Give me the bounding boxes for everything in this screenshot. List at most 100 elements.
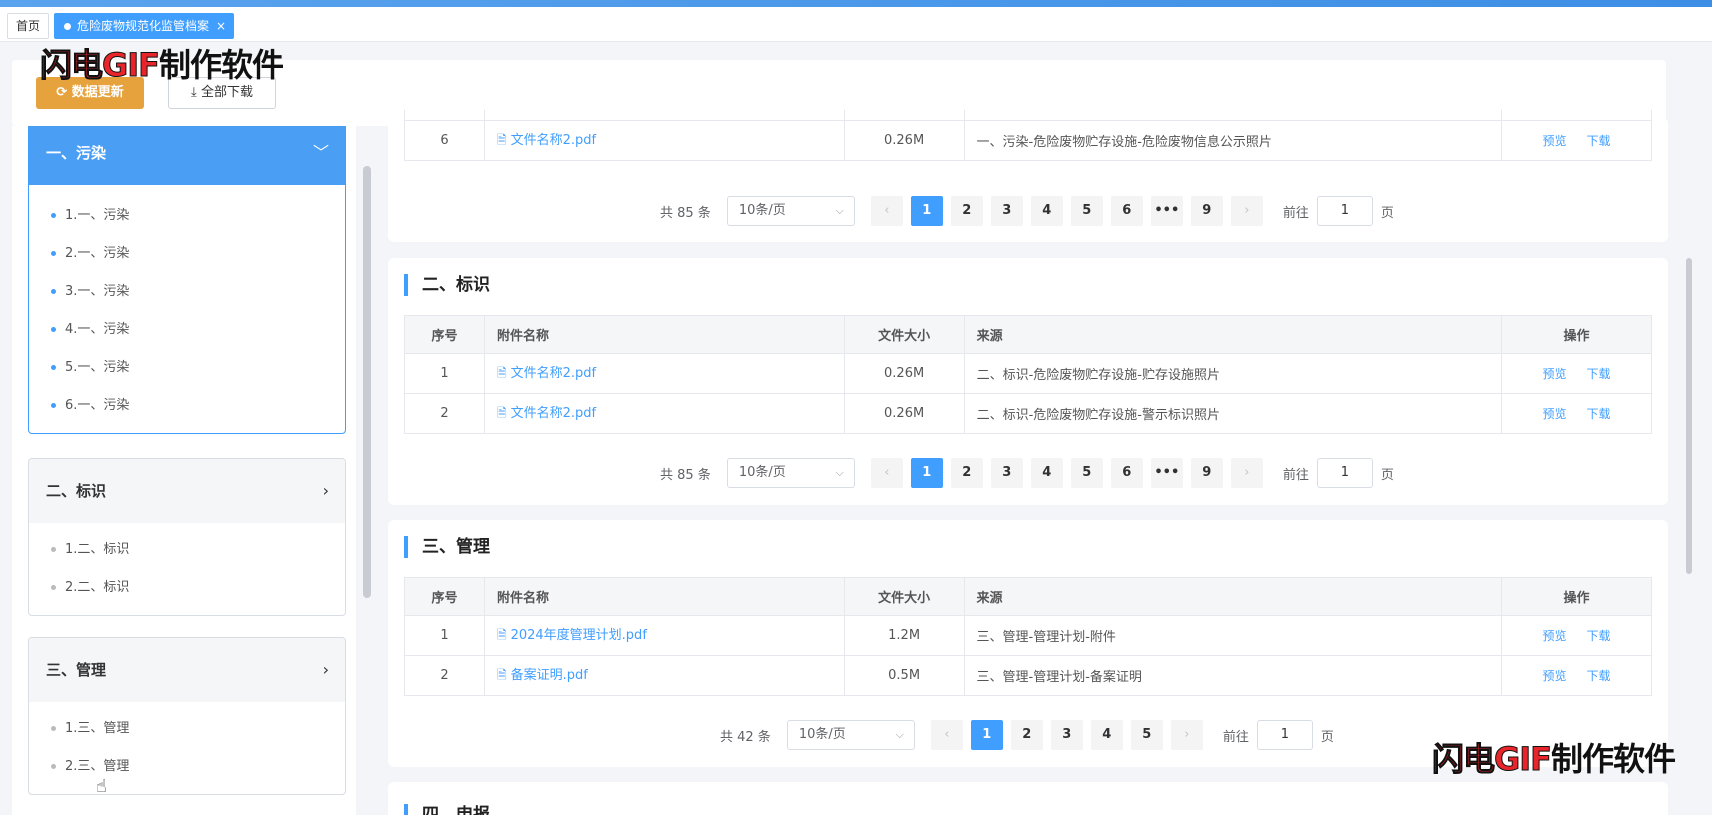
more-pages-button[interactable]: ••• — [1150, 458, 1183, 488]
more-pages-button[interactable]: ••• — [1150, 196, 1183, 226]
download-link[interactable]: 下载 — [1587, 629, 1611, 643]
page-jump-input[interactable]: 1 — [1256, 720, 1313, 750]
page-button[interactable]: 1 — [970, 720, 1003, 750]
page-button[interactable]: 5 — [1070, 458, 1103, 488]
pagination: 共 85 条 10条/页 ⌵ ‹ 1 2 3 4 5 6 ••• 9 › 前往 1… — [660, 195, 1394, 227]
next-page-button[interactable]: › — [1170, 720, 1203, 750]
section-declaration: 四、申报 — [388, 782, 1668, 815]
file-link[interactable]: 🗎 文件名称2.pdf — [497, 133, 596, 148]
download-link[interactable]: 下载 — [1587, 669, 1611, 683]
chevron-down-icon: ﹀ — [312, 143, 329, 162]
page-button[interactable]: 1 — [910, 458, 943, 488]
total-count: 共 85 条 — [660, 467, 711, 483]
document-icon: 🗎 — [496, 132, 507, 147]
document-icon: 🗎 — [496, 668, 507, 682]
sidebar-item[interactable]: 3.一、污染 — [29, 273, 345, 311]
sidebar-item[interactable]: 4.一、污染 — [29, 311, 345, 349]
sidebar-item[interactable]: 1.一、污染 — [29, 197, 345, 235]
document-icon: 🗎 — [496, 406, 507, 420]
pagination: 共 85 条 10条/页 ⌵ ‹ 1 2 3 4 5 6 ••• 9 › 前往 1… — [660, 457, 1394, 489]
sidebar-group-header[interactable]: 二、标识 › — [29, 459, 345, 523]
download-link[interactable]: 下载 — [1587, 134, 1611, 148]
preview-link[interactable]: 预览 — [1543, 629, 1567, 643]
sidebar-item[interactable]: 6.一、污染 — [29, 387, 345, 425]
page-button[interactable]: 1 — [910, 196, 943, 226]
goto-label: 前往 — [1282, 205, 1309, 221]
page-size-select[interactable]: 10条/页 ⌵ — [726, 196, 855, 226]
hand-cursor-icon: ☝ — [96, 776, 107, 797]
attachment-table: 序号 附件名称 文件大小 来源 操作 1 🗎 2024年度管理计划.pdf 1.2… — [404, 577, 1652, 696]
page-button[interactable]: 2 — [1010, 720, 1043, 750]
sidebar-scrollbar[interactable] — [363, 166, 371, 598]
page-button[interactable]: 3 — [1050, 720, 1083, 750]
sidebar-group-header[interactable]: 三、管理 › — [29, 638, 345, 702]
sidebar-group-header[interactable]: 一、污染 ﹀ — [29, 126, 345, 185]
refresh-label: 数据更新 — [71, 85, 124, 100]
prev-page-button[interactable]: ‹ — [870, 196, 903, 226]
page-button[interactable]: 3 — [990, 196, 1023, 226]
page-button[interactable]: 5 — [1130, 720, 1163, 750]
next-page-button[interactable]: › — [1230, 196, 1263, 226]
file-link[interactable]: 🗎 备案证明.pdf — [497, 668, 588, 683]
goto-label: 前往 — [1222, 729, 1249, 745]
sidebar-item[interactable]: 2.一、污染 — [29, 235, 345, 273]
table-row: 1 🗎 文件名称2.pdf 0.26M 二、标识-危险废物贮存设施-贮存设施照片 … — [404, 353, 1652, 394]
section-title: 二、标识 — [404, 274, 490, 296]
pagination: 共 42 条 10条/页 ⌵ ‹ 1 2 3 4 5 › 前往 1 页 — [720, 719, 1334, 751]
page-button[interactable]: 4 — [1030, 458, 1063, 488]
sidebar-item[interactable]: 2.二、标识 — [29, 569, 345, 607]
page-button[interactable]: 3 — [990, 458, 1023, 488]
attachment-table: 序号 附件名称 文件大小 来源 操作 1 🗎 文件名称2.pdf 0.26M 二、… — [404, 315, 1652, 434]
watermark-logo: 闪电GIF制作软件 — [1431, 740, 1676, 779]
page-button[interactable]: 6 — [1110, 196, 1143, 226]
page-button[interactable]: 9 — [1190, 196, 1223, 226]
page-button[interactable]: 9 — [1190, 458, 1223, 488]
total-count: 共 42 条 — [720, 729, 771, 745]
section-identification: 二、标识 序号 附件名称 文件大小 来源 操作 1 🗎 文件名称2.pdf 0.2… — [388, 258, 1668, 505]
file-link[interactable]: 🗎 文件名称2.pdf — [497, 366, 596, 381]
close-icon[interactable]: × — [216, 14, 226, 38]
page-button[interactable]: 2 — [950, 196, 983, 226]
page-button[interactable]: 4 — [1030, 196, 1063, 226]
file-link[interactable]: 🗎 文件名称2.pdf — [497, 406, 596, 421]
page-unit-label: 页 — [1320, 729, 1334, 745]
sidebar-item[interactable]: 5.一、污染 — [29, 349, 345, 387]
page-size-select[interactable]: 10条/页 ⌵ — [726, 458, 855, 488]
table-header-row: 序号 附件名称 文件大小 来源 操作 — [404, 577, 1652, 616]
page-jump-input[interactable]: 1 — [1316, 458, 1373, 488]
page-unit-label: 页 — [1380, 467, 1394, 483]
page-unit-label: 页 — [1380, 205, 1394, 221]
preview-link[interactable]: 预览 — [1543, 367, 1567, 381]
sidebar-item[interactable]: 1.三、管理 — [29, 710, 345, 748]
tab-archive[interactable]: 危险废物规范化监管档案 × — [54, 13, 235, 39]
tab-home[interactable]: 首页 — [7, 13, 50, 39]
next-page-button[interactable]: › — [1230, 458, 1263, 488]
main-scrollbar[interactable] — [1686, 258, 1692, 574]
page-jump-input[interactable]: 1 — [1316, 196, 1373, 226]
sidebar-item[interactable]: 1.二、标识 — [29, 531, 345, 569]
chevron-right-icon: › — [322, 481, 329, 500]
attachment-table: 6 🗎 文件名称2.pdf 0.26M 一、污染-危险废物贮存设施-危险废物信息公… — [404, 110, 1652, 161]
page-button[interactable]: 5 — [1070, 196, 1103, 226]
table-row: 1 🗎 2024年度管理计划.pdf 1.2M 三、管理-管理计划-附件 预览 下载 — [404, 615, 1652, 656]
page-button[interactable]: 6 — [1110, 458, 1143, 488]
table-header-row: 序号 附件名称 文件大小 来源 操作 — [404, 315, 1652, 354]
page-button[interactable]: 2 — [950, 458, 983, 488]
preview-link[interactable]: 预览 — [1543, 134, 1567, 148]
top-accent-bar — [0, 0, 1712, 7]
page-button[interactable]: 4 — [1090, 720, 1123, 750]
sidebar-item[interactable]: 2.三、管理 — [29, 748, 345, 786]
download-link[interactable]: 下载 — [1587, 367, 1611, 381]
preview-link[interactable]: 预览 — [1543, 407, 1567, 421]
section-pollution: 6 🗎 文件名称2.pdf 0.26M 一、污染-危险废物贮存设施-危险废物信息公… — [388, 110, 1668, 242]
prev-page-button[interactable]: ‹ — [870, 458, 903, 488]
document-icon: 🗎 — [496, 366, 507, 380]
file-link[interactable]: 🗎 2024年度管理计划.pdf — [497, 628, 647, 643]
preview-link[interactable]: 预览 — [1543, 669, 1567, 683]
refresh-icon: ⟳ — [56, 85, 68, 100]
total-count: 共 85 条 — [660, 205, 711, 221]
page-size-select[interactable]: 10条/页 ⌵ — [786, 720, 915, 750]
section-title: 三、管理 — [404, 536, 490, 558]
prev-page-button[interactable]: ‹ — [930, 720, 963, 750]
download-link[interactable]: 下载 — [1587, 407, 1611, 421]
